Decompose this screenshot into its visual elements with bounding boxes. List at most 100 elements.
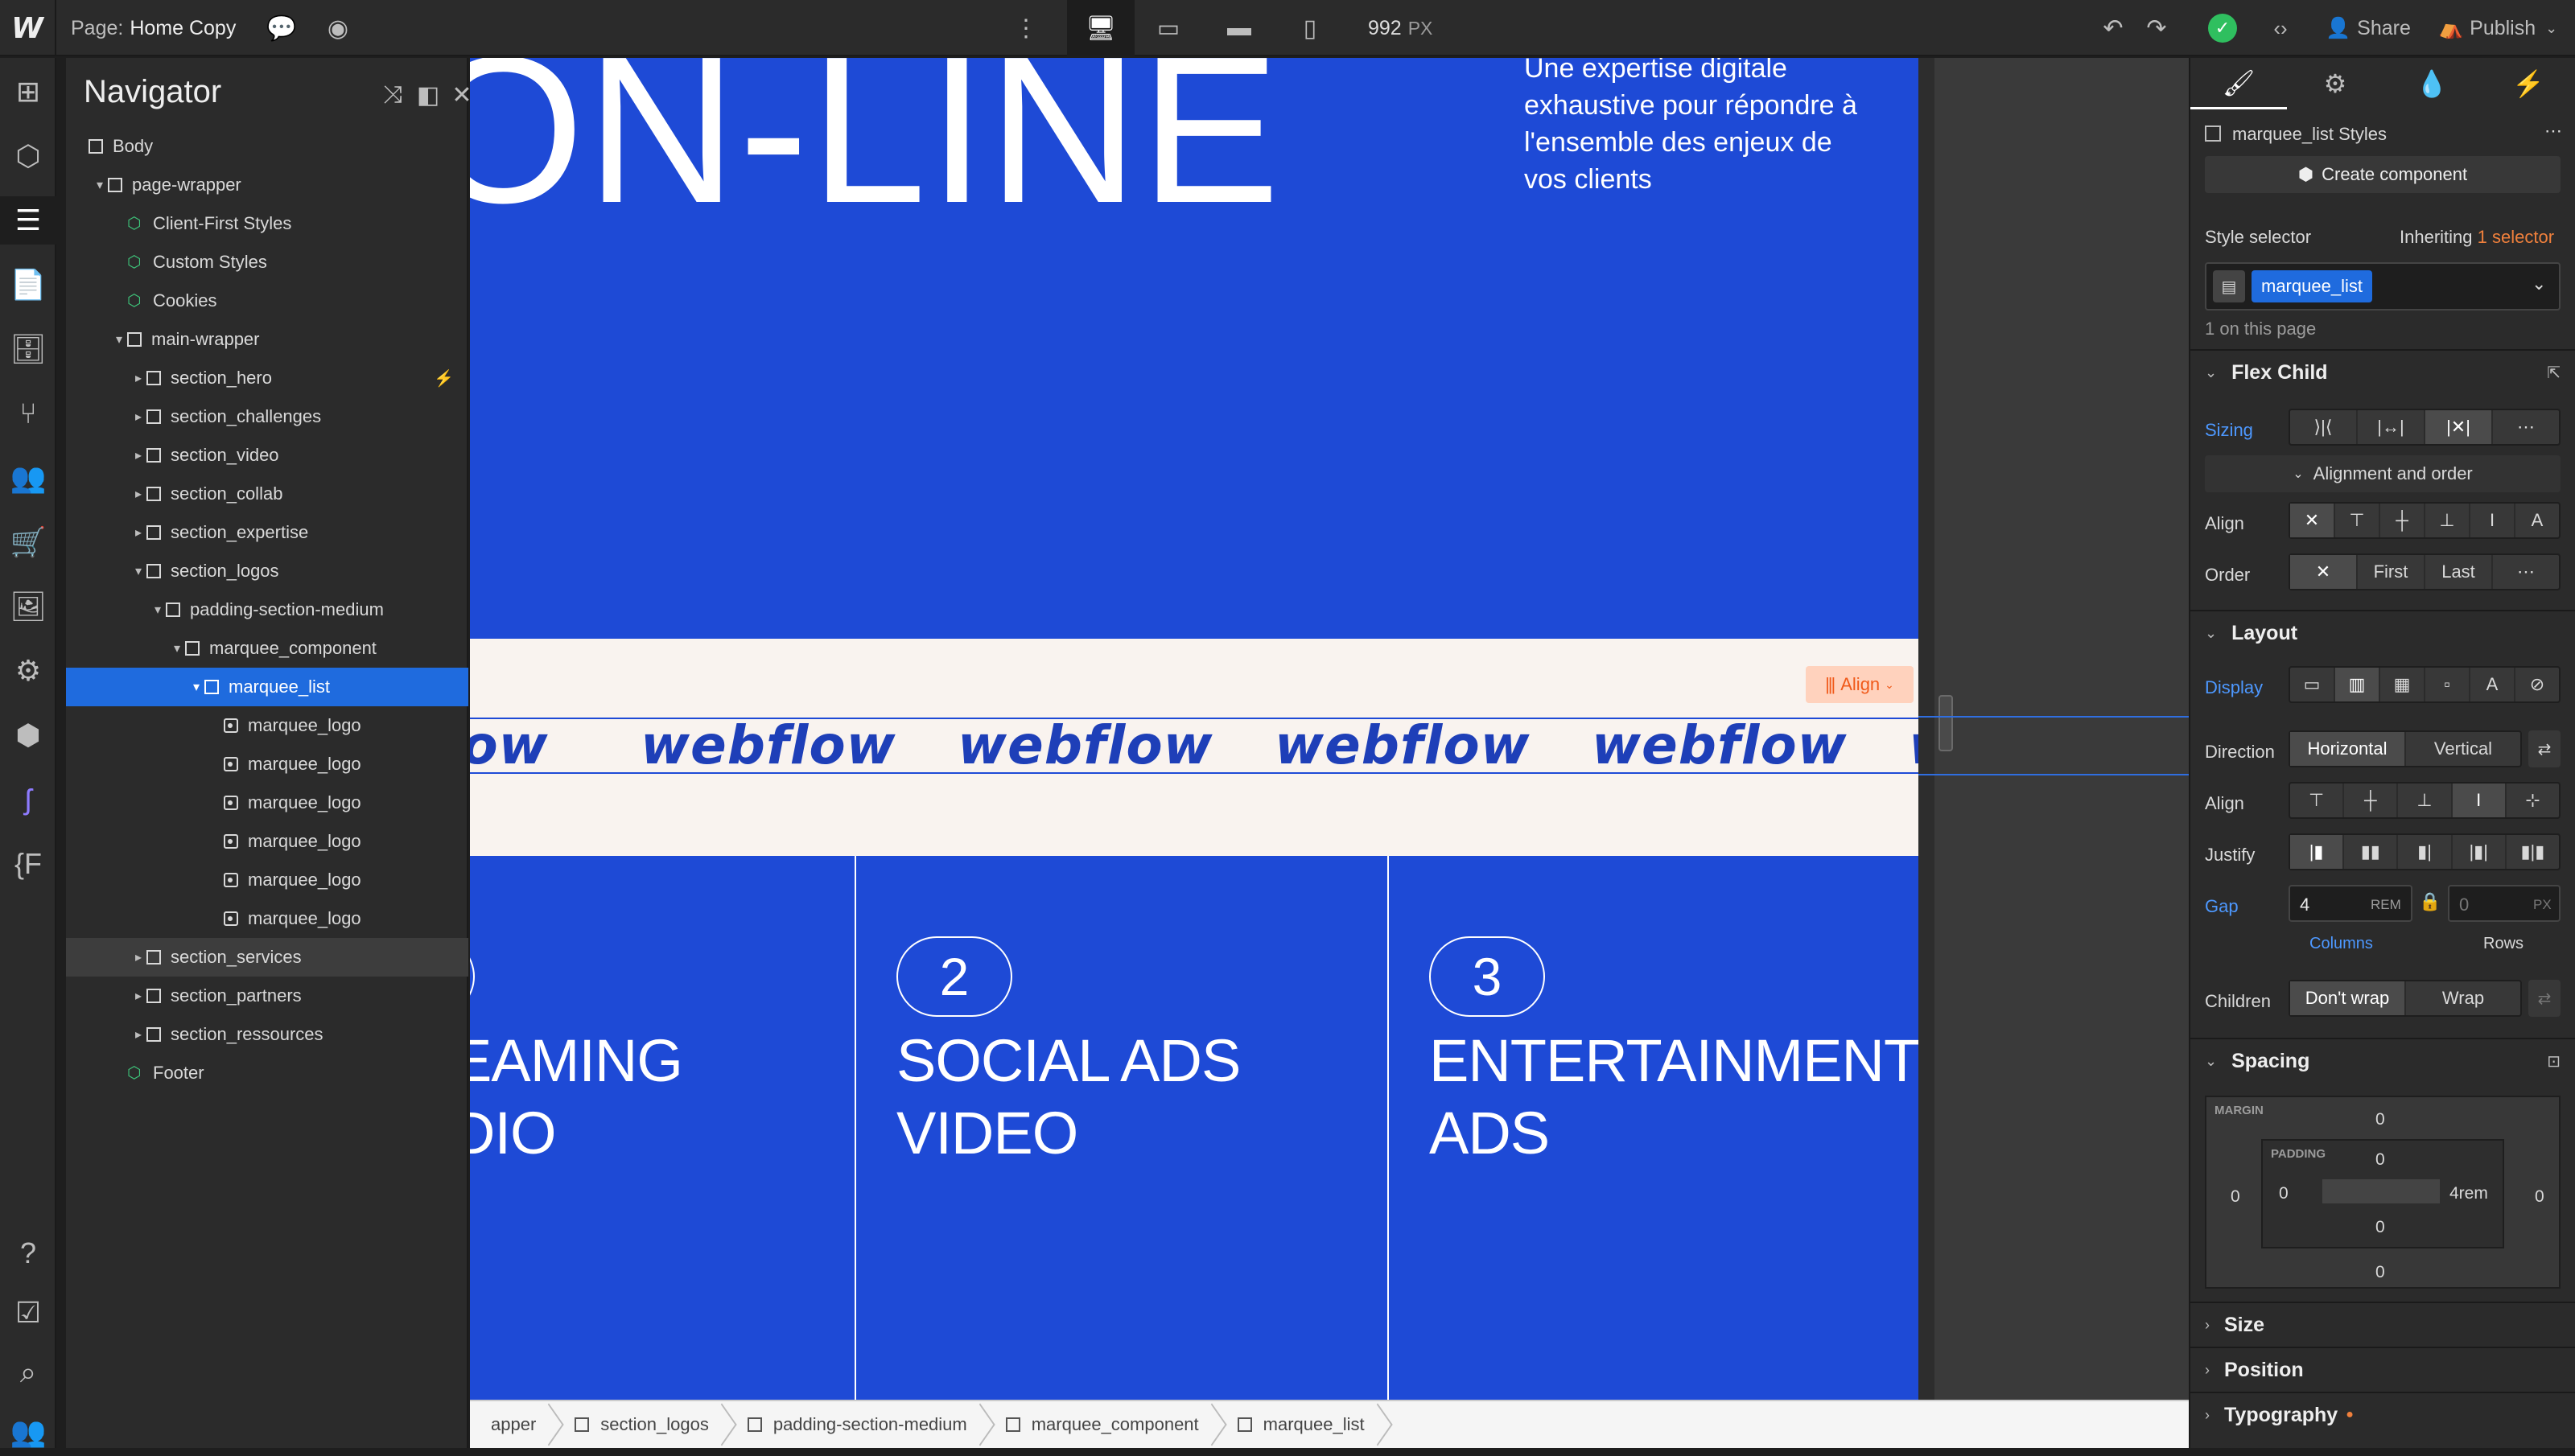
- align-bottom-icon[interactable]: ⊥: [2425, 504, 2470, 537]
- apps-icon[interactable]: ⬢: [0, 711, 56, 759]
- publish-button[interactable]: ⛺ Publish ⌄: [2438, 0, 2557, 56]
- sizing-shrink-icon[interactable]: ⟩|⟨: [2290, 410, 2358, 444]
- typography-section-header[interactable]: › Typography ●: [2190, 1392, 2575, 1437]
- undo-icon[interactable]: ↶: [2097, 12, 2129, 44]
- caret-right-icon[interactable]: ▸: [130, 1026, 146, 1043]
- margin-right-value[interactable]: 0: [2535, 1187, 2544, 1207]
- padding-bottom-value[interactable]: 0: [2375, 1218, 2385, 1237]
- share-button[interactable]: 👤 Share: [2326, 0, 2411, 56]
- navigator-node[interactable]: ▸ section_ressources: [66, 1015, 468, 1054]
- hero-paragraph[interactable]: Une expertise digitale exhaustive pour r…: [1524, 58, 1862, 198]
- pages-icon[interactable]: 📄: [0, 261, 56, 309]
- caret-right-icon[interactable]: ▸: [130, 486, 146, 502]
- collaborators-icon[interactable]: 👥: [0, 1408, 56, 1456]
- reverse-direction-icon[interactable]: ⇄: [2528, 730, 2561, 767]
- preview-eye-icon[interactable]: ◉: [322, 12, 354, 44]
- interactions-bolt-icon[interactable]: ⚡: [2480, 58, 2575, 109]
- navigator-node[interactable]: ▾ padding-section-medium: [66, 590, 468, 629]
- collapse-all-icon[interactable]: ⤨: [377, 79, 409, 111]
- align-start-icon[interactable]: ⊤: [2290, 784, 2345, 817]
- justify-between-icon[interactable]: |▮|: [2453, 835, 2507, 869]
- display-flex-icon[interactable]: ▥: [2335, 668, 2380, 701]
- tasks-check-icon[interactable]: ☑: [0, 1289, 56, 1337]
- navigator-node[interactable]: ▾ section_logos: [66, 552, 468, 590]
- marquee-list[interactable]: webflow webflow webflow webflow webflow webfl…: [470, 718, 1918, 774]
- alignment-order-toggle[interactable]: ⌄ Alignment and order: [2205, 455, 2561, 492]
- hero-heading[interactable]: ON-LINE: [470, 58, 1282, 235]
- ecommerce-cart-icon[interactable]: 🛒: [0, 518, 56, 566]
- breadcrumb-item[interactable]: section_logos: [554, 1400, 727, 1449]
- align-button[interactable]: ||| Align ⌄: [1806, 666, 1914, 703]
- breadcrumb-item[interactable]: marquee_component: [985, 1400, 1217, 1449]
- flex-child-section-header[interactable]: ⌄ Flex Child ⇱: [2190, 349, 2575, 394]
- search-icon[interactable]: ⌕: [0, 1348, 56, 1396]
- components-icon[interactable]: ⬡: [0, 132, 56, 180]
- navigator-node[interactable]: ▸ section_challenges: [66, 397, 468, 436]
- add-panel-icon[interactable]: ⊞: [0, 68, 56, 116]
- navigator-node[interactable]: marquee_logo: [66, 822, 468, 861]
- navigator-node[interactable]: ▸ section_hero ⚡: [66, 359, 468, 397]
- layout-section-header[interactable]: ⌄ Layout: [2190, 610, 2575, 655]
- caret-down-icon[interactable]: ▾: [169, 640, 185, 656]
- display-none-icon[interactable]: ⊘: [2515, 668, 2559, 701]
- justify-end-icon[interactable]: ▮|: [2398, 835, 2453, 869]
- padding-left-value[interactable]: 0: [2279, 1184, 2289, 1203]
- settings-gear-icon[interactable]: ⚙: [0, 647, 56, 695]
- variables-icon[interactable]: {F: [0, 840, 56, 888]
- align-center-icon[interactable]: ┼: [2380, 504, 2425, 537]
- settings-gear-icon[interactable]: ⚙: [2287, 58, 2383, 109]
- navigator-node[interactable]: Body: [66, 127, 468, 166]
- gap-rows-input[interactable]: 0 PX: [2448, 885, 2561, 922]
- align-stretch-icon[interactable]: I: [2470, 504, 2515, 537]
- navigator-node[interactable]: ⬡ Client-First Styles: [66, 204, 468, 243]
- justify-start-icon[interactable]: |▮: [2290, 835, 2345, 869]
- order-last-button[interactable]: Last: [2425, 555, 2493, 589]
- caret-down-icon[interactable]: ▾: [111, 331, 127, 348]
- navigator-node[interactable]: ▾ page-wrapper: [66, 166, 468, 204]
- navigator-node[interactable]: ▸ section_partners: [66, 977, 468, 1015]
- caret-right-icon[interactable]: ▸: [130, 988, 146, 1004]
- align-none-icon[interactable]: ✕: [2290, 504, 2335, 537]
- display-block-icon[interactable]: ▭: [2290, 668, 2335, 701]
- marquee-logo[interactable]: webflow: [1592, 719, 1848, 775]
- page-preview[interactable]: ON-LINE Une expertise digitale exhaustiv…: [470, 58, 1918, 1400]
- style-manager-drops-icon[interactable]: 💧: [2383, 58, 2480, 109]
- sizing-more-icon[interactable]: ⋯: [2493, 410, 2559, 444]
- order-first-button[interactable]: First: [2358, 555, 2425, 589]
- align-baseline-icon[interactable]: ⊹: [2507, 784, 2559, 817]
- logic-icon[interactable]: ⑂: [0, 389, 56, 438]
- navigator-node[interactable]: marquee_logo: [66, 745, 468, 784]
- breadcrumb-item[interactable]: apper: [470, 1400, 554, 1449]
- design-canvas[interactable]: ON-LINE Une expertise digitale exhaustiv…: [470, 58, 2189, 1400]
- lock-icon[interactable]: 🔒: [2419, 891, 2441, 912]
- more-icon[interactable]: ⋯: [2544, 121, 2562, 142]
- caret-down-icon[interactable]: ▾: [92, 177, 108, 193]
- sizing-grow-icon[interactable]: |↔|: [2358, 410, 2425, 444]
- display-inline-block-icon[interactable]: ▫: [2425, 668, 2470, 701]
- dont-wrap-button[interactable]: Don't wrap: [2290, 981, 2406, 1015]
- gap-rows-unit[interactable]: PX: [2533, 897, 2552, 913]
- direction-horizontal-button[interactable]: Horizontal: [2290, 732, 2406, 766]
- navigator-node[interactable]: marquee_logo: [66, 899, 468, 938]
- marquee-logo[interactable]: webflow: [641, 719, 896, 775]
- display-inline-icon[interactable]: A: [2470, 668, 2515, 701]
- caret-right-icon[interactable]: ▸: [130, 447, 146, 463]
- comments-icon[interactable]: 💬: [266, 12, 298, 44]
- mobile-landscape-icon[interactable]: ▬: [1205, 0, 1273, 56]
- align-stretch-icon[interactable]: I: [2452, 784, 2507, 817]
- align-center-icon[interactable]: ┼: [2344, 784, 2399, 817]
- service-card[interactable]: 3 ENTERTAINMENT ADS: [1387, 856, 1918, 1400]
- justify-around-icon[interactable]: ▮|▮: [2507, 835, 2559, 869]
- order-more-icon[interactable]: ⋯: [2493, 555, 2559, 589]
- navigator-icon[interactable]: ☰: [0, 196, 56, 245]
- style-selector-field[interactable]: ▤ marquee_list ⌄: [2205, 262, 2561, 311]
- sizing-none-icon[interactable]: |✕|: [2425, 410, 2493, 444]
- caret-right-icon[interactable]: ▸: [130, 409, 146, 425]
- dock-panel-icon[interactable]: ◧: [412, 79, 444, 111]
- selector-chip[interactable]: marquee_list: [2252, 270, 2372, 302]
- navigator-node[interactable]: ⬡ Custom Styles: [66, 243, 468, 282]
- more-vertical-icon[interactable]: ⋮: [1014, 12, 1038, 44]
- navigator-node[interactable]: ▸ section_expertise: [66, 513, 468, 552]
- size-section-header[interactable]: › Size: [2190, 1302, 2575, 1347]
- caret-down-icon[interactable]: ▾: [188, 679, 204, 695]
